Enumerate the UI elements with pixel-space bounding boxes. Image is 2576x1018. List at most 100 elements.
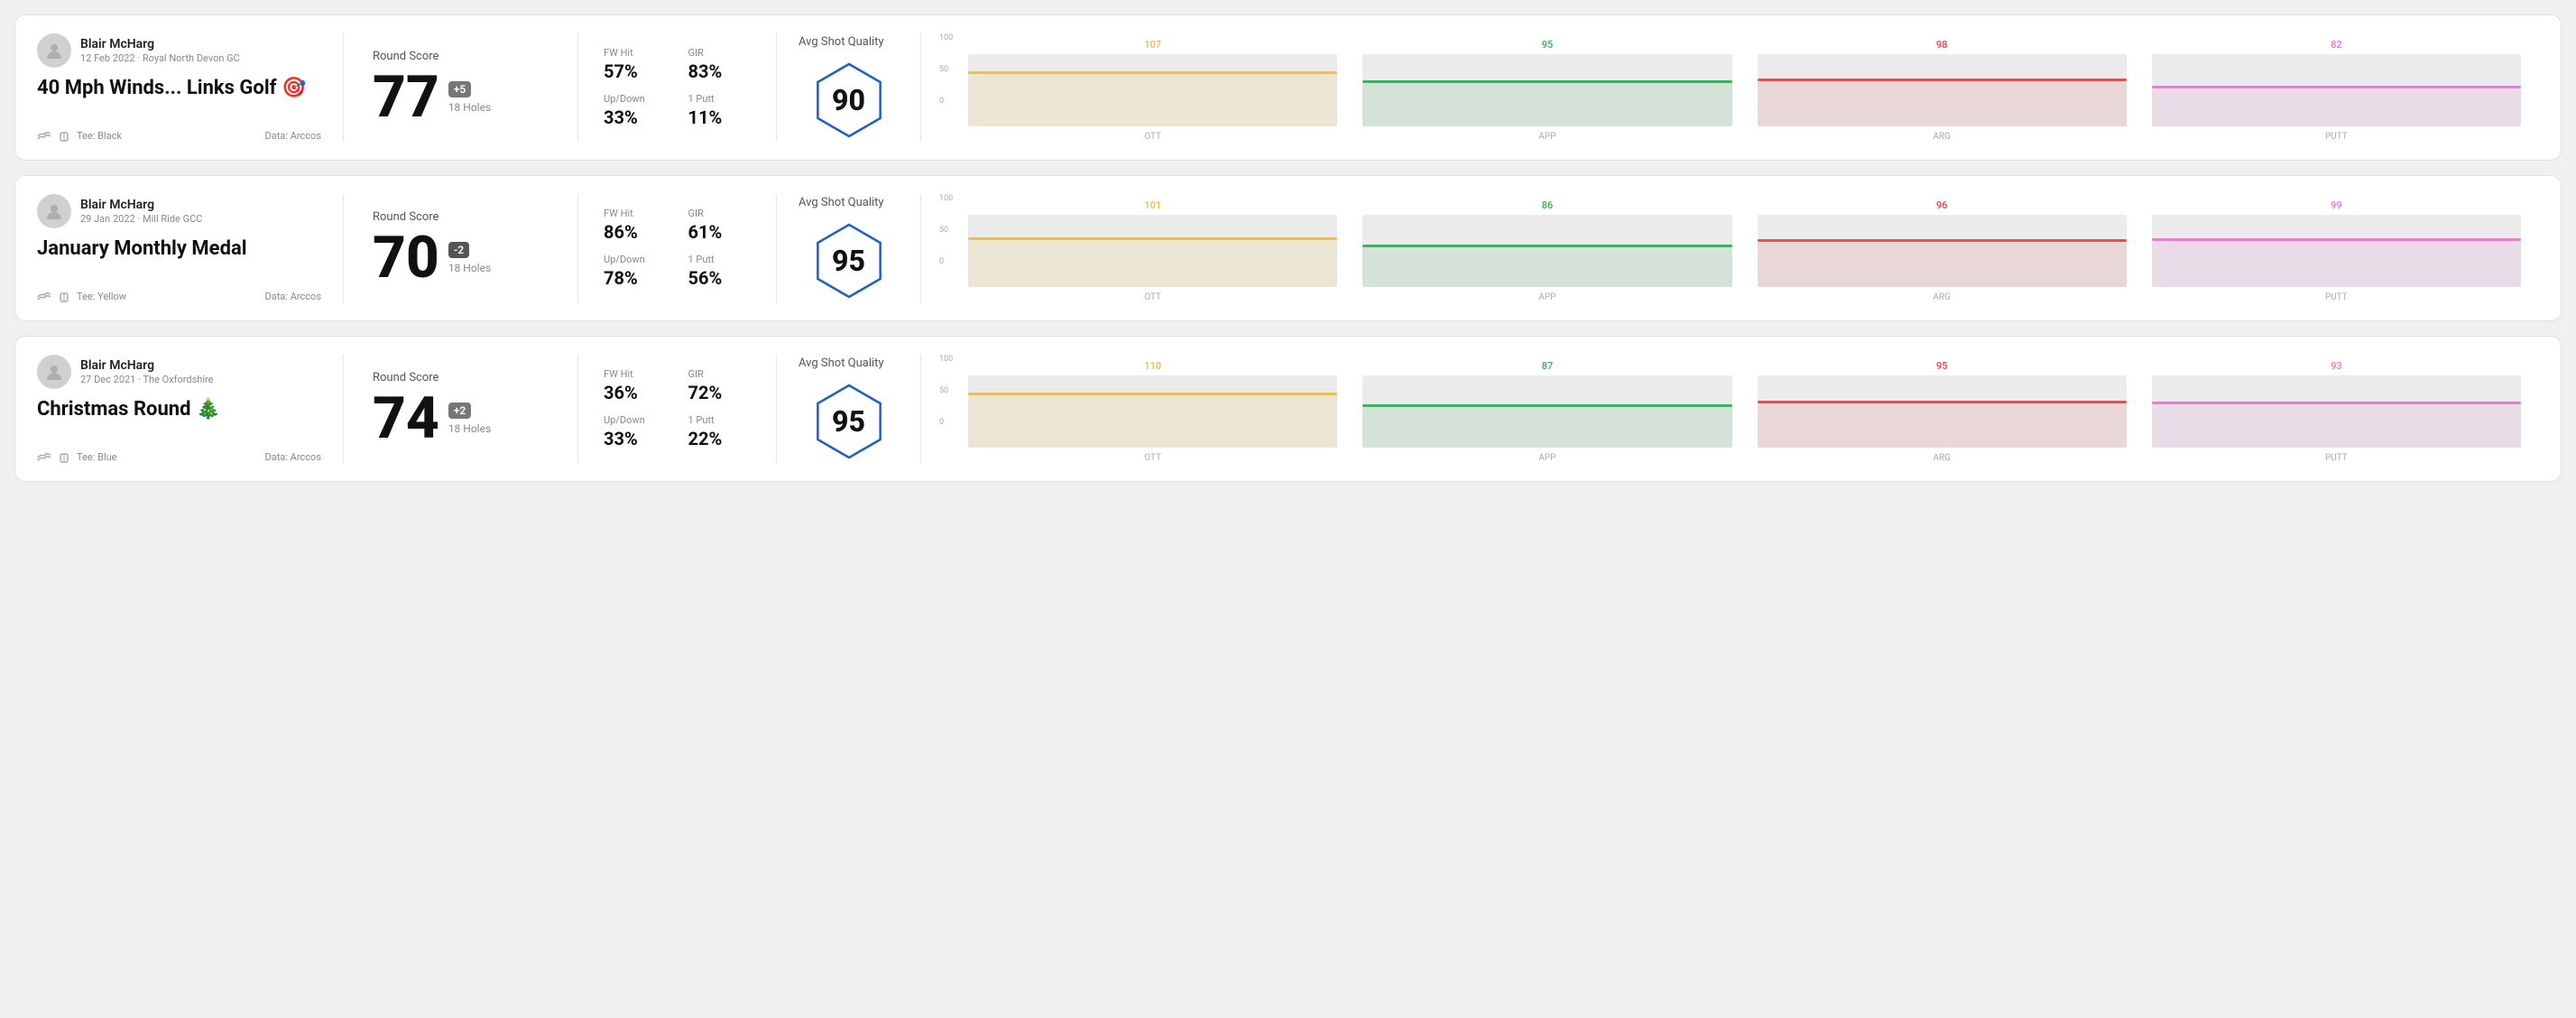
updown-stat: Up/Down 33% bbox=[604, 414, 667, 449]
hex-score: 95 bbox=[832, 244, 865, 278]
gir-value: 61% bbox=[688, 221, 752, 243]
stats-grid: FW Hit 86% GIR 61% Up/Down 78% 1 Putt 56… bbox=[604, 208, 751, 289]
chart-label-arg: ARG bbox=[1933, 292, 1951, 302]
weather-icon bbox=[37, 452, 51, 463]
quality-label: Avg Shot Quality bbox=[799, 196, 884, 209]
fw-hit-stat: FW Hit 86% bbox=[604, 208, 667, 243]
avatar bbox=[37, 33, 71, 68]
chart-col-app: 95 APP bbox=[1362, 39, 1731, 142]
hex-score: 90 bbox=[832, 83, 865, 117]
hexagon-container: 95 bbox=[808, 381, 890, 462]
round-score-label: Round Score bbox=[373, 210, 549, 224]
score-row: 74 +2 18 Holes bbox=[373, 390, 549, 448]
chart-value-ott: 110 bbox=[1144, 360, 1161, 372]
score-diff-badge: +2 bbox=[448, 403, 471, 419]
chart-value-app: 87 bbox=[1542, 360, 1554, 372]
oneputt-label: 1 Putt bbox=[688, 414, 752, 426]
golf-bag-icon bbox=[57, 131, 71, 142]
holes-label: 18 Holes bbox=[448, 101, 491, 114]
hexagon-container: 90 bbox=[808, 60, 890, 141]
fw-hit-label: FW Hit bbox=[604, 368, 667, 380]
score-diff-badge: +5 bbox=[448, 81, 471, 97]
chart-section: 100 50 0 107 OTT 95 APP 98 bbox=[921, 33, 2539, 142]
updown-stat: Up/Down 78% bbox=[604, 254, 667, 289]
stats-section: FW Hit 36% GIR 72% Up/Down 33% 1 Putt 22… bbox=[578, 355, 777, 463]
gir-value: 72% bbox=[688, 382, 752, 403]
chart-label-app: APP bbox=[1538, 453, 1556, 463]
round-title: Christmas Round 🎄 bbox=[37, 398, 321, 421]
chart-col-app: 86 APP bbox=[1362, 199, 1731, 302]
holes-label: 18 Holes bbox=[448, 262, 491, 274]
tee-label: Tee: Black bbox=[77, 130, 122, 142]
score-section: Round Score 70 -2 18 Holes bbox=[344, 194, 578, 302]
score-badge-wrap: -2 18 Holes bbox=[448, 242, 491, 274]
weather-icon bbox=[37, 131, 51, 142]
round-title: 40 Mph Winds... Links Golf 🎯 bbox=[37, 77, 321, 100]
oneputt-stat: 1 Putt 22% bbox=[688, 414, 752, 449]
gir-stat: GIR 61% bbox=[688, 208, 752, 243]
oneputt-value: 11% bbox=[688, 106, 752, 128]
date-course: 29 Jan 2022 · Mill Ride GCC bbox=[80, 213, 202, 225]
chart-label-putt: PUTT bbox=[2325, 453, 2348, 463]
stats-grid: FW Hit 57% GIR 83% Up/Down 33% 1 Putt 11… bbox=[604, 47, 751, 128]
updown-stat: Up/Down 33% bbox=[604, 93, 667, 128]
hexagon-container: 95 bbox=[808, 220, 890, 301]
updown-label: Up/Down bbox=[604, 93, 667, 105]
stats-grid: FW Hit 36% GIR 72% Up/Down 33% 1 Putt 22… bbox=[604, 368, 751, 449]
user-row: Blair McHarg 27 Dec 2021 · The Oxfordshi… bbox=[37, 355, 321, 389]
chart-value-ott: 101 bbox=[1144, 199, 1161, 211]
round-score-label: Round Score bbox=[373, 371, 549, 384]
gir-label: GIR bbox=[688, 208, 752, 219]
user-row: Blair McHarg 29 Jan 2022 · Mill Ride GCC bbox=[37, 194, 321, 228]
chart-col-putt: 99 PUTT bbox=[2152, 199, 2521, 302]
updown-value: 33% bbox=[604, 428, 667, 449]
user-info: Blair McHarg 29 Jan 2022 · Mill Ride GCC bbox=[80, 198, 202, 225]
fw-hit-stat: FW Hit 36% bbox=[604, 368, 667, 403]
gir-stat: GIR 83% bbox=[688, 47, 752, 82]
golf-bag-icon bbox=[57, 452, 71, 463]
data-source: Data: Arccos bbox=[265, 291, 321, 302]
golf-bag-icon bbox=[57, 292, 71, 302]
date-course: 27 Dec 2021 · The Oxfordshire bbox=[80, 374, 213, 385]
chart-value-app: 95 bbox=[1542, 39, 1554, 51]
chart-label-arg: ARG bbox=[1933, 453, 1951, 463]
gir-label: GIR bbox=[688, 47, 752, 59]
chart-value-arg: 95 bbox=[1936, 360, 1948, 372]
chart-col-ott: 110 OTT bbox=[968, 360, 1337, 463]
avatar bbox=[37, 194, 71, 228]
round-info: Blair McHarg 27 Dec 2021 · The Oxfordshi… bbox=[37, 355, 344, 463]
chart-section: 100 50 0 110 OTT 87 APP 95 bbox=[921, 355, 2539, 463]
chart-col-putt: 82 PUTT bbox=[2152, 39, 2521, 142]
chart-label-app: APP bbox=[1538, 132, 1556, 142]
bottom-row: Tee: Blue Data: Arccos bbox=[37, 451, 321, 463]
chart-label-putt: PUTT bbox=[2325, 132, 2348, 142]
user-row: Blair McHarg 12 Feb 2022 · Royal North D… bbox=[37, 33, 321, 68]
big-score: 70 bbox=[373, 229, 439, 287]
score-badge-wrap: +5 18 Holes bbox=[448, 81, 491, 114]
updown-value: 33% bbox=[604, 106, 667, 128]
quality-label: Avg Shot Quality bbox=[799, 356, 884, 370]
weather-icon bbox=[37, 292, 51, 302]
updown-label: Up/Down bbox=[604, 254, 667, 265]
bottom-row: Tee: Black Data: Arccos bbox=[37, 130, 321, 142]
date-course: 12 Feb 2022 · Royal North Devon GC bbox=[80, 52, 240, 64]
quality-label: Avg Shot Quality bbox=[799, 35, 884, 49]
fw-hit-label: FW Hit bbox=[604, 47, 667, 59]
oneputt-value: 56% bbox=[688, 267, 752, 289]
fw-hit-label: FW Hit bbox=[604, 208, 667, 219]
score-diff-badge: -2 bbox=[448, 242, 469, 258]
fw-hit-value: 36% bbox=[604, 382, 667, 403]
score-section: Round Score 77 +5 18 Holes bbox=[344, 33, 578, 142]
round-card: Blair McHarg 12 Feb 2022 · Royal North D… bbox=[14, 14, 2562, 161]
score-badge-wrap: +2 18 Holes bbox=[448, 403, 491, 435]
user-name: Blair McHarg bbox=[80, 198, 202, 212]
quality-section: Avg Shot Quality 95 bbox=[777, 194, 921, 302]
chart-value-arg: 98 bbox=[1936, 39, 1948, 51]
gir-label: GIR bbox=[688, 368, 752, 380]
updown-value: 78% bbox=[604, 267, 667, 289]
chart-col-ott: 107 OTT bbox=[968, 39, 1337, 142]
chart-col-app: 87 APP bbox=[1362, 360, 1731, 463]
round-card: Blair McHarg 27 Dec 2021 · The Oxfordshi… bbox=[14, 336, 2562, 482]
avatar bbox=[37, 355, 71, 389]
user-name: Blair McHarg bbox=[80, 358, 213, 373]
